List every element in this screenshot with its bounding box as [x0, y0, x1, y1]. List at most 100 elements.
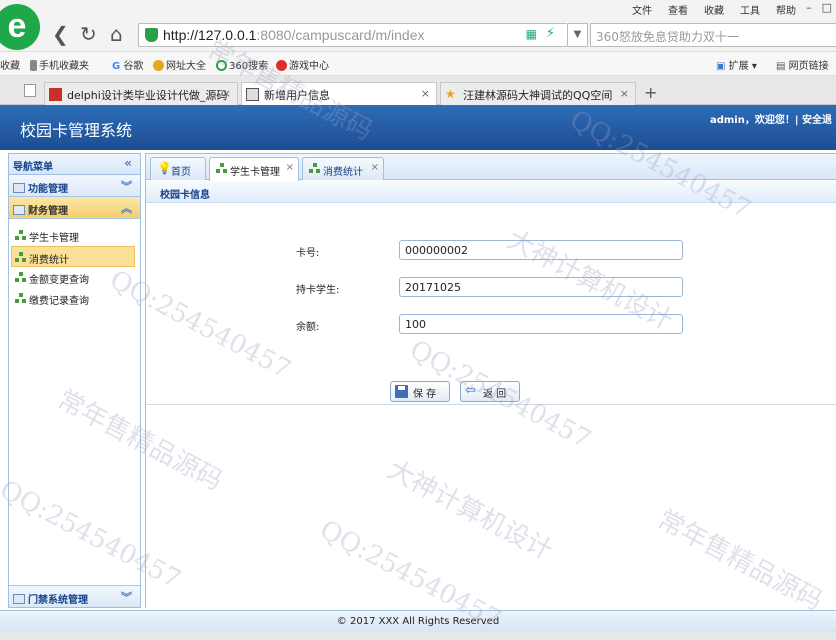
- menu-view[interactable]: 查看: [668, 2, 688, 17]
- tree-node-icon: [15, 230, 26, 241]
- favorite-mobile[interactable]: 手机收藏夹: [30, 57, 89, 72]
- maximize-icon[interactable]: □: [822, 1, 832, 14]
- favorite-sites-label: 网址大全: [166, 61, 206, 72]
- tree-node-icon: [15, 293, 26, 304]
- tab-label: 首页: [171, 167, 191, 178]
- tree-node-icon: [309, 163, 320, 174]
- tab-student-card[interactable]: 学生卡管理 ×: [209, 157, 299, 181]
- favorite-360search-label: 360搜索: [229, 61, 269, 72]
- lightning-icon[interactable]: ⚡: [546, 26, 555, 41]
- tree-node-icon: [216, 163, 227, 174]
- browser-tab-label: 汪建林源码大神调试的QQ空间: [463, 89, 613, 102]
- new-tab-icon[interactable]: +: [644, 83, 657, 102]
- close-icon[interactable]: ×: [371, 162, 379, 173]
- card-number-label: 卡号:: [296, 248, 320, 259]
- footer: © 2017 XXX All Rights Reserved: [0, 610, 836, 632]
- favorite-google[interactable]: G 谷歌: [112, 57, 143, 72]
- menu-file[interactable]: 文件: [632, 2, 652, 17]
- divider: [146, 404, 836, 405]
- back-button[interactable]: ⇦ 返 回: [460, 381, 520, 402]
- sidebar-title-label: 导航菜单: [13, 162, 53, 173]
- browser-tab-label: delphi设计类毕业设计代做_源码: [67, 89, 228, 102]
- sidebar-item-amount-change[interactable]: 金额变更查询: [9, 267, 140, 288]
- close-icon[interactable]: ×: [286, 162, 294, 173]
- close-icon[interactable]: ×: [222, 87, 231, 100]
- save-button[interactable]: 保 存: [390, 381, 450, 402]
- browser-tabbar: delphi设计类毕业设计代做_源码 × 新增用户信息 × ★ 汪建林源码大神调…: [0, 76, 836, 106]
- security-shield-icon: [145, 28, 158, 42]
- sidebar-title: 导航菜单 «: [9, 154, 140, 175]
- web-links-button[interactable]: ▤ 网页链接: [776, 57, 829, 72]
- sidebar-items: 学生卡管理 消费统计 金额变更查询 缴费记录查询: [9, 219, 140, 309]
- sidebar-item-payment-record[interactable]: 缴费记录查询: [9, 288, 140, 309]
- favorites-bar: 收藏 手机收藏夹 G 谷歌 网址大全 360搜索 游戏中心 ▣ 扩展 ▾ ▤ 网…: [0, 52, 836, 76]
- address-path: :8080/campuscard/m/index: [256, 27, 425, 43]
- browser-tab-qq-space[interactable]: ★ 汪建林源码大神调试的QQ空间 ×: [440, 82, 636, 105]
- tab-list-icon[interactable]: [24, 84, 36, 97]
- collapse-left-icon[interactable]: «: [124, 156, 132, 170]
- app-tabstrip: 💡 首页 学生卡管理 × 消费统计 ×: [146, 154, 836, 181]
- favorites-button[interactable]: 收藏: [0, 57, 20, 72]
- home-icon[interactable]: ⌂: [110, 22, 123, 46]
- browser-menubar: 文件 查看 收藏 工具 帮助 – □: [0, 0, 836, 18]
- extensions-button[interactable]: ▣ 扩展 ▾: [716, 57, 757, 72]
- favorite-sites[interactable]: 网址大全: [153, 57, 206, 72]
- sidebar-section-function[interactable]: 功能管理 ︾: [9, 175, 140, 197]
- chevron-up-icon[interactable]: ︽: [121, 200, 132, 216]
- browser-tab-delphi[interactable]: delphi设计类毕业设计代做_源码 ×: [44, 82, 238, 105]
- qr-code-icon[interactable]: ▦: [526, 27, 537, 41]
- tab-home[interactable]: 💡 首页: [150, 157, 206, 180]
- extensions-label: 扩展: [728, 61, 749, 72]
- refresh-icon[interactable]: ↻: [80, 22, 97, 46]
- form-row-balance: 余额: 100: [146, 314, 836, 338]
- browser-navbar: e ❮ ↻ ⌂ http://127.0.0.1:8080/campuscard…: [0, 4, 836, 52]
- menu-tools[interactable]: 工具: [740, 2, 760, 17]
- card-number-input[interactable]: 000000002: [399, 240, 683, 260]
- google-icon: G: [112, 61, 121, 72]
- web-links-label: 网页链接: [788, 61, 829, 72]
- favorite-games-label: 游戏中心: [289, 61, 329, 72]
- panel-title: 校园卡信息: [146, 181, 836, 203]
- sidebar-section-access[interactable]: 门禁系统管理 ︾: [9, 585, 140, 607]
- close-icon[interactable]: ×: [421, 87, 430, 100]
- chevron-down-icon[interactable]: ︾: [121, 589, 132, 605]
- main-content: 💡 首页 学生卡管理 × 消费统计 × 校园卡信息 卡号: 000000002 …: [145, 153, 836, 608]
- menu-help[interactable]: 帮助: [776, 2, 796, 17]
- tree-node-icon: [15, 252, 26, 263]
- tab-favicon-icon: [246, 88, 259, 101]
- sidebar-item-student-card[interactable]: 学生卡管理: [9, 225, 140, 246]
- address-bar[interactable]: http://127.0.0.1:8080/campuscard/m/index…: [138, 23, 568, 47]
- welcome-text[interactable]: admin，欢迎您！| 安全退: [710, 111, 832, 126]
- tab-consumption[interactable]: 消费统计 ×: [302, 157, 384, 180]
- sidebar-item-label: 消费统计: [29, 255, 69, 266]
- search-placeholder: 360怒放免息贷助力双十一: [596, 30, 739, 44]
- folder-icon: [13, 205, 25, 215]
- favorite-360search[interactable]: 360搜索: [216, 57, 268, 72]
- tab-label: 消费统计: [323, 167, 363, 178]
- close-icon[interactable]: ×: [620, 87, 629, 100]
- card-holder-input[interactable]: 20171025: [399, 277, 683, 297]
- sidebar-bottom: 门禁系统管理 ︾: [9, 585, 140, 607]
- search-input[interactable]: 360怒放免息贷助力双十一: [590, 23, 836, 47]
- sidebar-item-consumption[interactable]: 消费统计: [11, 246, 135, 267]
- menu-favorites[interactable]: 收藏: [704, 2, 724, 17]
- star-icon: ★: [445, 87, 456, 101]
- back-arrow-icon[interactable]: ❮: [52, 22, 69, 46]
- sidebar-section-label: 门禁系统管理: [28, 595, 88, 606]
- save-button-label: 保 存: [413, 389, 437, 400]
- balance-input[interactable]: 100: [399, 314, 683, 334]
- chevron-down-icon[interactable]: ▼: [568, 23, 588, 47]
- sidebar-section-finance[interactable]: 财务管理 ︽: [9, 197, 140, 219]
- floppy-disk-icon: [395, 385, 408, 398]
- chevron-down-icon[interactable]: ︾: [121, 178, 132, 194]
- sidebar-item-label: 缴费记录查询: [29, 296, 89, 307]
- back-arrow-icon: ⇦: [465, 383, 476, 398]
- 360-icon: [216, 60, 227, 71]
- card-holder-label: 持卡学生:: [296, 285, 340, 296]
- address-url: http://127.0.0.1:8080/campuscard/m/index: [163, 27, 425, 43]
- minimize-icon[interactable]: –: [806, 1, 812, 14]
- browser-tab-new-user[interactable]: 新增用户信息 ×: [241, 82, 437, 106]
- favorite-games[interactable]: 游戏中心: [276, 57, 329, 72]
- app-title: 校园卡管理系统: [20, 121, 133, 140]
- back-button-label: 返 回: [483, 389, 507, 400]
